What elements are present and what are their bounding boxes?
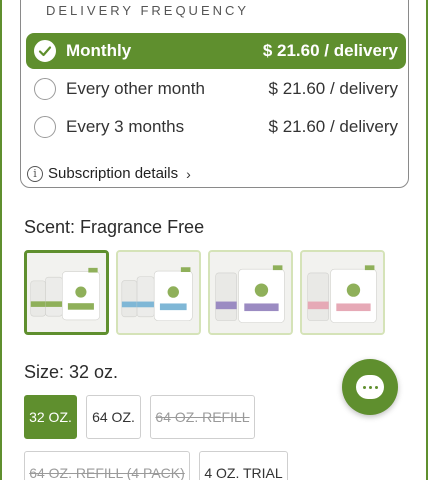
radio-icon [34, 78, 56, 100]
chat-button[interactable] [342, 359, 398, 415]
subscription-details-link[interactable]: i Subscription details › [27, 165, 191, 182]
frequency-option-label: Every 3 months [66, 117, 185, 136]
scent-swatch-lavender-mist[interactable] [208, 250, 293, 335]
size-option-64oz-refill-4-pack[interactable]: 64 OZ. REFILL (4 PACK) [24, 451, 190, 480]
frequency-option-price: $ 21.60 / delivery [262, 41, 398, 60]
delivery-frequency-title: DELIVERY FREQUENCY [46, 3, 250, 18]
frequency-option-price: $ 21.60 / delivery [268, 79, 398, 98]
scent-swatch-home-breeze[interactable] [116, 250, 201, 335]
product-options-panel: DELIVERY FREQUENCY Monthly $ 21.60 / del… [0, 0, 428, 480]
check-icon [34, 40, 56, 62]
frequency-option-every-3-months[interactable]: Every 3 months $ 21.60 / delivery [26, 109, 406, 145]
product-image [302, 252, 383, 333]
size-option-64oz[interactable]: 64 OZ. [86, 395, 141, 439]
product-image [118, 252, 199, 333]
info-icon: i [27, 165, 43, 182]
scent-swatch-spring-magnolia[interactable] [300, 250, 385, 335]
product-image [210, 252, 291, 333]
chevron-right-icon: › [186, 165, 191, 182]
radio-icon [34, 116, 56, 138]
frequency-option-label: Monthly [66, 41, 132, 60]
size-label: Size: 32 oz. [24, 362, 119, 382]
scent-swatches [24, 250, 385, 335]
size-option-64oz-refill[interactable]: 64 OZ. REFILL [150, 395, 255, 439]
frequency-option-monthly[interactable]: Monthly $ 21.60 / delivery [26, 33, 406, 69]
frequency-option-every-other-month[interactable]: Every other month $ 21.60 / delivery [26, 71, 406, 107]
frequency-option-label: Every other month [66, 79, 205, 98]
scent-swatch-fragrance-free[interactable] [24, 250, 109, 335]
scent-label: Scent: Fragrance Free [24, 217, 205, 237]
size-option-32oz[interactable]: 32 OZ. [24, 395, 77, 439]
chat-icon [356, 375, 384, 399]
size-option-4oz-trial[interactable]: 4 OZ. TRIAL [199, 451, 288, 480]
subscription-details-label: Subscription details [48, 165, 179, 182]
frequency-option-price: $ 21.60 / delivery [268, 117, 398, 136]
product-image [27, 253, 106, 332]
